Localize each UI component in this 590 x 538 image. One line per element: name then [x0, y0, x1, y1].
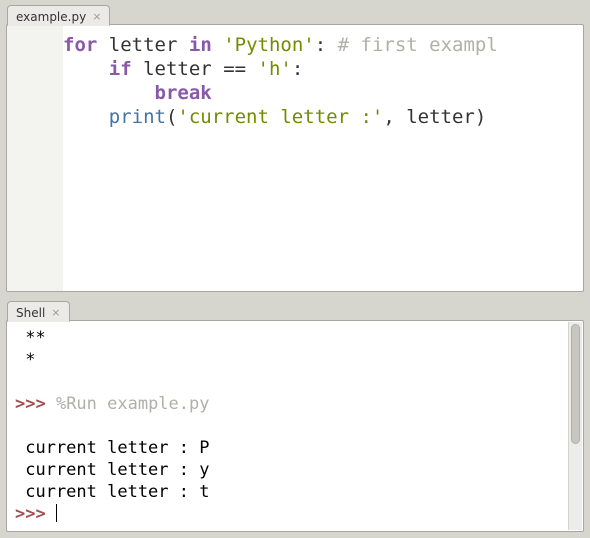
shell-line[interactable]: ** [15, 328, 46, 348]
close-icon[interactable]: × [92, 11, 101, 22]
shell-code[interactable]: ** * >>> %Run example.py current letter … [7, 321, 583, 525]
shell-area[interactable]: ** * >>> %Run example.py current letter … [7, 321, 583, 531]
editor-tab[interactable]: example.py × [7, 5, 110, 26]
shell-line[interactable]: current letter : t [15, 482, 209, 502]
shell-tab[interactable]: Shell × [7, 301, 70, 322]
shell-line[interactable]: >>> [15, 504, 57, 524]
shell-pane: Shell × ** * >>> %Run example.py current… [6, 320, 584, 532]
editor-pane: example.py × 1for letter in 'Python': # … [6, 24, 584, 292]
gutter-bg [7, 25, 63, 291]
shell-tab-label: Shell [16, 306, 45, 320]
editor-tab-label: example.py [16, 10, 86, 24]
editor-code[interactable]: 1for letter in 'Python': # first exampl … [7, 25, 583, 153]
scrollbar-thumb[interactable] [571, 324, 580, 444]
scrollbar[interactable] [568, 322, 582, 530]
shell-line[interactable]: * [15, 350, 35, 370]
code-line[interactable]: break [63, 82, 212, 104]
shell-line[interactable]: current letter : y [15, 460, 209, 480]
close-icon[interactable]: × [51, 307, 60, 318]
shell-line[interactable]: >>> %Run example.py [15, 394, 209, 414]
code-line[interactable]: if letter == 'h': [63, 58, 303, 80]
code-line[interactable]: for letter in 'Python': # first exampl [63, 34, 498, 56]
editor-area[interactable]: 1for letter in 'Python': # first exampl … [7, 25, 583, 291]
cursor [56, 504, 57, 522]
shell-line[interactable]: current letter : P [15, 438, 209, 458]
code-line[interactable]: print('current letter :', letter) [63, 106, 486, 128]
